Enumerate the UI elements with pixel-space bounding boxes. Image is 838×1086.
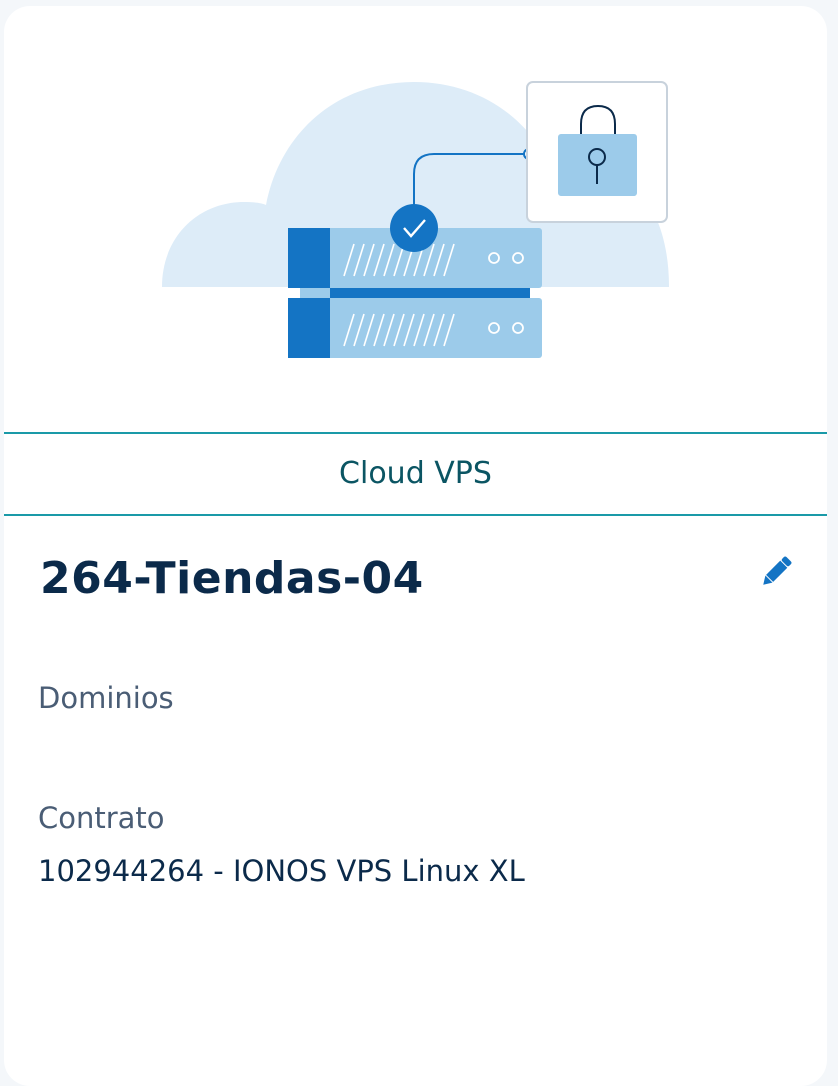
pencil-icon [763, 556, 792, 585]
server-name-title: 264-Tiendas-04 [40, 553, 424, 604]
contract-label: Contrato [38, 801, 165, 835]
contract-value: 102944264 - IONOS VPS Linux XL [38, 854, 525, 888]
edit-name-button[interactable] [756, 552, 796, 592]
domains-label: Dominios [38, 681, 174, 715]
cloud-server-lock-icon [162, 81, 669, 358]
server-card: Cloud VPS 264-Tiendas-04 Dominios Contra… [4, 6, 827, 1086]
product-type-label: Cloud VPS [339, 456, 492, 491]
divider-bottom [4, 514, 827, 516]
cloud-server-illustration [4, 6, 827, 432]
